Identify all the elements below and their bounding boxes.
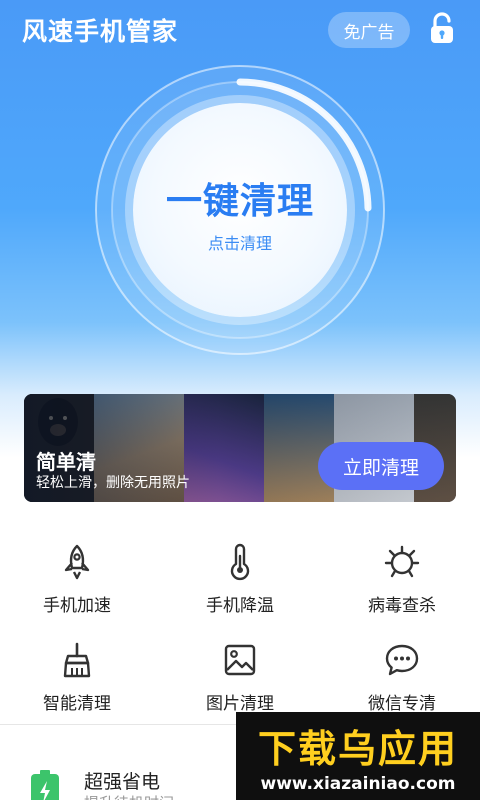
app-title: 风速手机管家 [22, 17, 179, 46]
rocket-icon [64, 544, 90, 580]
lock-open-icon[interactable] [428, 12, 456, 44]
feature-cool-down[interactable]: 手机降温 [175, 543, 305, 616]
banner-subtitle: 轻松上滑，删除无用照片 [36, 475, 190, 491]
thermometer-icon [230, 543, 250, 581]
banner-title: 简单清 [36, 450, 96, 474]
virus-icon [384, 545, 420, 578]
chat-icon [385, 644, 419, 676]
feature-label: 手机加速 [43, 596, 111, 616]
feature-virus-scan[interactable]: 病毒查杀 [337, 543, 467, 616]
feature-label: 病毒查杀 [368, 596, 436, 616]
feature-label: 微信专清 [368, 694, 436, 714]
feature-smart-clean[interactable]: 智能清理 [12, 641, 142, 714]
image-icon [224, 644, 256, 676]
feature-image-clean[interactable]: 图片清理 [175, 641, 305, 714]
clean-subtitle: 点击清理 [207, 234, 272, 253]
feature-label: 手机降温 [206, 596, 274, 616]
broom-icon [63, 642, 91, 678]
photo-clean-banner[interactable]: 简单清 轻松上滑，删除无用照片 立即清理 [24, 394, 456, 502]
power-saving-subtitle: 提升待机时间 [84, 792, 174, 800]
clean-title: 一键清理 [165, 181, 314, 222]
feature-wechat-clean[interactable]: 微信专清 [337, 641, 467, 714]
watermark-title: 下载乌应用 [257, 727, 458, 771]
remove-ads-button[interactable]: 免广告 [328, 12, 410, 48]
feature-speed-up[interactable]: 手机加速 [12, 543, 142, 616]
power-saving-title[interactable]: 超强省电 [84, 767, 160, 794]
feature-label: 智能清理 [43, 694, 111, 714]
clean-now-button[interactable]: 立即清理 [318, 442, 444, 490]
watermark-logo: 下载乌应用 www.xiazainiao.com [236, 712, 480, 800]
battery-icon [31, 770, 59, 800]
watermark-url: www.xiazainiao.com [260, 774, 456, 794]
feature-label: 图片清理 [206, 694, 274, 714]
